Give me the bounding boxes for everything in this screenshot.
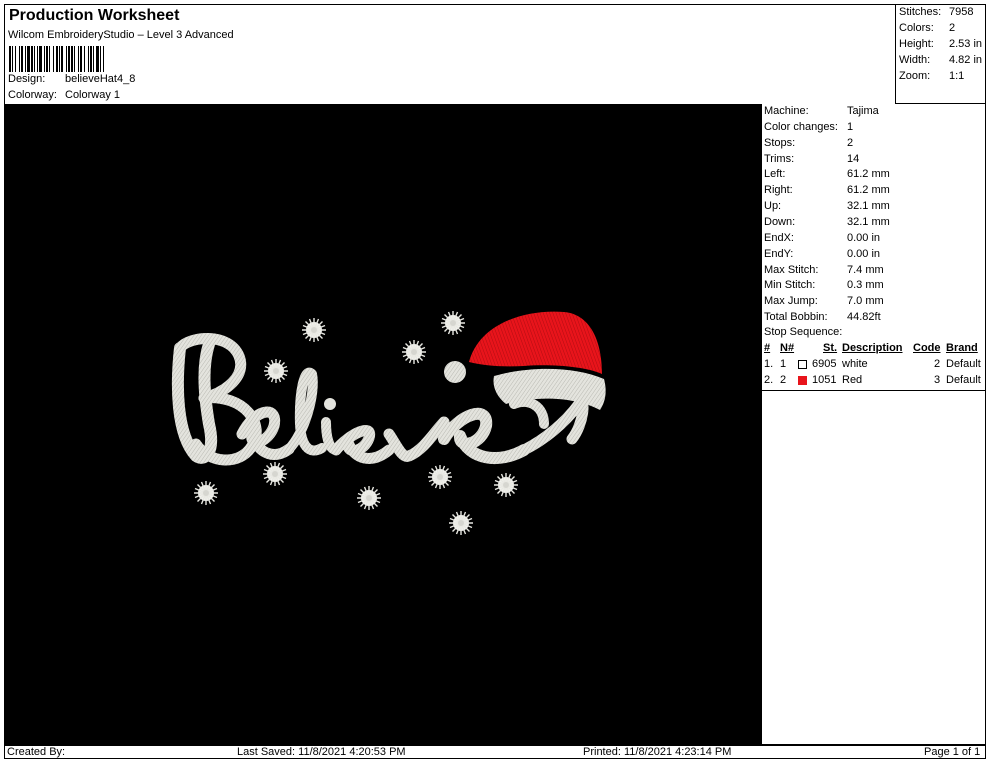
info-value: 2 — [847, 137, 854, 149]
design-stats: Stitches: 7958 Colors: 2 Height: 2.53 in Wi… — [895, 4, 986, 104]
info-value: 7.4 mm — [847, 264, 884, 276]
info-value: 61.2 mm — [847, 184, 890, 196]
info-value: 0.00 in — [847, 232, 881, 244]
row-code: 2 — [934, 358, 941, 370]
info-value: 0.3 mm — [847, 279, 884, 291]
info-value: 61.2 mm — [847, 168, 890, 180]
info-label: Down: — [764, 216, 796, 228]
row-brand: Default — [946, 358, 981, 370]
info-label: EndX: — [764, 232, 794, 244]
info-label: Up: — [764, 200, 782, 212]
info-left: Left: 61.2 mm — [764, 168, 890, 180]
design-value: believeHat4_8 — [65, 73, 136, 85]
info-value: 44.82ft — [847, 311, 881, 323]
worksheet-header: Production Worksheet Wilcom EmbroiderySt… — [4, 4, 895, 104]
machine-info-panel: Machine: Tajima Color changes: 1 Stops: 2 T… — [761, 104, 986, 745]
info-endx: EndX: 0.00 in — [764, 232, 880, 244]
info-value: 14 — [847, 153, 860, 165]
printed-date: Printed: 11/8/2021 4:23:14 PM — [583, 746, 732, 758]
stop-sequence-title: Stop Sequence: — [764, 326, 843, 338]
info-label: Trims: — [764, 153, 795, 165]
stat-value: 2.53 in — [949, 38, 983, 50]
col-header-description: Description — [842, 342, 903, 354]
stat-value: 1:1 — [949, 70, 965, 82]
col-header-code: Code — [913, 342, 941, 354]
row-num: 1. — [764, 358, 774, 370]
divider — [762, 390, 986, 391]
stat-value: 4.82 in — [949, 54, 983, 66]
info-value: Tajima — [847, 105, 879, 117]
colorway-value: Colorway 1 — [65, 89, 121, 101]
stat-zoom: Zoom: 1:1 — [899, 70, 964, 82]
stat-width: Width: 4.82 in — [899, 54, 982, 66]
info-value: 32.1 mm — [847, 216, 890, 228]
info-value: 1 — [847, 121, 854, 133]
color-swatch — [798, 360, 807, 369]
stat-height: Height: 2.53 in — [899, 38, 982, 50]
info-label: Total Bobbin: — [764, 311, 828, 323]
stat-stitches: Stitches: 7958 — [899, 6, 973, 18]
info-value: 0.00 in — [847, 248, 881, 260]
row-n: 1 — [780, 358, 787, 370]
info-total-bobbin: Total Bobbin: 44.82ft — [764, 311, 881, 323]
color-swatch — [798, 376, 807, 385]
info-max-jump: Max Jump: 7.0 mm — [764, 295, 884, 307]
colorway-row: Colorway: Colorway 1 — [8, 89, 120, 101]
col-header-n: N# — [780, 342, 795, 354]
created-by: Created By: — [7, 746, 66, 758]
info-label: Max Stitch: — [764, 264, 819, 276]
col-header-num: # — [764, 342, 771, 354]
stat-label: Zoom: — [899, 70, 931, 82]
info-label: Stops: — [764, 137, 796, 149]
info-trims: Trims: 14 — [764, 153, 859, 165]
info-label: Right: — [764, 184, 793, 196]
info-label: Min Stitch: — [764, 279, 816, 291]
row-description: white — [842, 358, 868, 370]
colorway-label: Colorway: — [8, 89, 57, 101]
stat-label: Width: — [899, 54, 931, 66]
row-n: 2 — [780, 374, 787, 386]
worksheet-title: Production Worksheet — [9, 7, 180, 24]
stat-value: 2 — [949, 22, 956, 34]
row-num: 2. — [764, 374, 774, 386]
info-color-changes: Color changes: 1 — [764, 121, 853, 133]
stat-label: Stitches: — [899, 6, 942, 18]
info-endy: EndY: 0.00 in — [764, 248, 880, 260]
stat-colors: Colors: 2 — [899, 22, 955, 34]
info-max-stitch: Max Stitch: 7.4 mm — [764, 264, 884, 276]
info-label: Max Jump: — [764, 295, 818, 307]
row-code: 3 — [934, 374, 941, 386]
info-label: Left: — [764, 168, 786, 180]
row-stitch: 1051 — [812, 374, 837, 386]
info-label: Color changes: — [764, 121, 838, 133]
page-number: Page 1 of 1 — [924, 746, 981, 758]
design-label: Design: — [8, 73, 46, 85]
software-name: Wilcom EmbroideryStudio – Level 3 Advanc… — [8, 29, 234, 41]
worksheet-footer: Created By: Last Saved: 11/8/2021 4:20:5… — [4, 745, 986, 759]
row-description: Red — [842, 374, 863, 386]
info-label: Machine: — [764, 105, 809, 117]
last-saved: Last Saved: 11/8/2021 4:20:53 PM — [237, 746, 406, 758]
info-right: Right: 61.2 mm — [764, 184, 890, 196]
info-machine: Machine: Tajima — [764, 105, 879, 117]
row-stitch: 6905 — [812, 358, 837, 370]
info-label: EndY: — [764, 248, 794, 260]
santa-hat — [444, 311, 606, 410]
col-header-st: St. — [823, 342, 838, 354]
design-preview-canvas — [4, 104, 761, 745]
barcode-icon — [9, 46, 104, 72]
info-value: 32.1 mm — [847, 200, 890, 212]
info-stops: Stops: 2 — [764, 137, 853, 149]
stat-value: 7958 — [949, 6, 974, 18]
info-down: Down: 32.1 mm — [764, 216, 890, 228]
design-row: Design: believeHat4_8 — [8, 73, 135, 85]
stat-label: Height: — [899, 38, 934, 50]
row-brand: Default — [946, 374, 981, 386]
stat-label: Colors: — [899, 22, 934, 34]
embroidery-design — [171, 310, 606, 536]
info-min-stitch: Min Stitch: 0.3 mm — [764, 279, 884, 291]
info-value: 7.0 mm — [847, 295, 884, 307]
col-header-brand: Brand — [946, 342, 978, 354]
info-up: Up: 32.1 mm — [764, 200, 890, 212]
